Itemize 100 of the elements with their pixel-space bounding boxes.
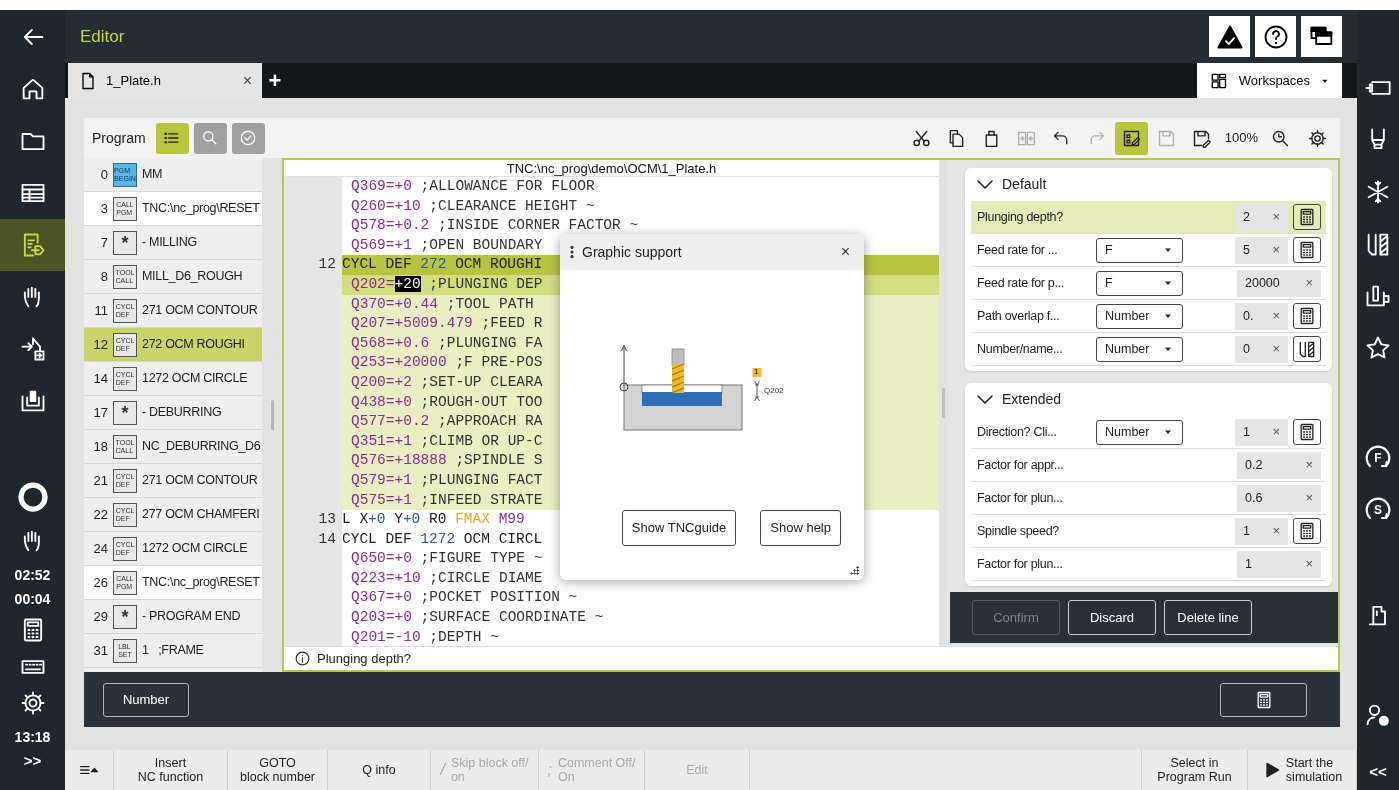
parameter-row[interactable]: Number/name... Number 0 × <box>971 333 1326 366</box>
parameter-row[interactable]: Factor for plun... 0.6 × <box>971 482 1326 515</box>
value-field[interactable]: 20000 × <box>1237 269 1321 297</box>
expand-button[interactable]: >> <box>23 751 42 771</box>
block-text: 272 OCM ROUGHI <box>142 336 245 354</box>
code-line: Q370=+0.44 ;TOOL PATH <box>351 294 534 314</box>
close-button[interactable]: × <box>840 240 850 264</box>
action-button[interactable]: Delete line <box>1164 600 1252 635</box>
code-line: Q369=+0 ;ALLOWANCE FOR FLOOR <box>351 177 595 196</box>
code-line: Q200=+2 ;SET-UP CLEARA <box>351 372 543 392</box>
parameter-label: Number/name... <box>976 340 1064 358</box>
chevron-icon <box>977 395 993 404</box>
value-field[interactable]: 0 × <box>1235 335 1288 363</box>
value-field[interactable]: 0.6 × <box>1237 484 1321 512</box>
unit-dropdown[interactable]: Number <box>1096 303 1183 329</box>
workspaces-button[interactable]: Workspaces <box>1197 63 1342 98</box>
function-key[interactable]: Select in Program Run <box>1141 750 1248 790</box>
parameter-row[interactable]: Factor for plun... 1 × <box>971 548 1326 581</box>
parameter-row[interactable]: Path overlap f... Number 0. × <box>971 300 1326 333</box>
close-tab-button[interactable]: × <box>242 68 252 93</box>
code-line: Q579=+1 ;PLUNGING FACT <box>351 470 543 490</box>
view-toggle-button[interactable] <box>155 122 189 154</box>
info-icon <box>294 650 311 667</box>
code-line: Q202=+20 ;PLUNGING DEP <box>351 274 543 294</box>
unit-dropdown[interactable]: Number <box>1096 336 1183 362</box>
override-button[interactable]: S <box>1357 484 1399 536</box>
calculator-button[interactable] <box>1293 419 1321 445</box>
block-number: 29 <box>92 607 108 626</box>
block-text: NC_DEBURRING_D6 <box>142 438 261 456</box>
code-line: Q203=+0 ;SURFACE COORDINATE ~ <box>351 608 604 628</box>
parameter-label: Direction? Cli... <box>976 423 1058 441</box>
parameter-row[interactable]: Feed rate for ... F 5 × <box>971 234 1326 267</box>
parameter-row[interactable]: Feed rate for p... F 20000 × <box>971 267 1326 300</box>
toolbar-button[interactable] <box>1114 121 1148 155</box>
block-text: 1272 OCM CIRCLE <box>142 370 248 388</box>
block-type-badge: * <box>113 230 137 255</box>
block-number: 26 <box>92 573 108 592</box>
function-key[interactable]: Insert NC function <box>114 750 228 790</box>
block-text: TNC:\nc_prog\RESET <box>142 574 260 592</box>
clock-text: 13:18 <box>14 728 51 747</box>
value-field[interactable]: 2 × <box>1235 203 1288 231</box>
calculator-button[interactable] <box>1220 682 1307 717</box>
block-number: 21 <box>92 471 108 490</box>
group-header[interactable]: Default <box>971 168 1047 201</box>
calculator-button[interactable] <box>1293 237 1321 263</box>
tool-select-button[interactable] <box>1293 336 1321 362</box>
code-line: CYCL DEF 1272 OCM CIRCL <box>342 529 543 549</box>
view-toggle-button[interactable] <box>193 122 227 154</box>
block-number: 8 <box>99 267 108 286</box>
block-text: - DEBURRING <box>142 404 222 422</box>
code-line: Q260=+10 ;CLEARANCE HEIGHT ~ <box>351 196 595 216</box>
value-field[interactable]: 1 × <box>1235 517 1288 545</box>
status-button[interactable] <box>1209 16 1250 57</box>
number-button[interactable]: Number <box>103 682 189 717</box>
new-tab-button[interactable]: + <box>262 63 288 98</box>
override-button[interactable]: F <box>1357 432 1399 484</box>
code-line: Q367=+0 ;POCKET POSITION ~ <box>351 588 578 608</box>
block-text: 271 OCM CONTOUR <box>142 472 258 490</box>
block-number: 11 <box>93 301 108 320</box>
action-button[interactable]: Discard <box>1068 600 1156 635</box>
file-tab[interactable]: 1_Plate.h × <box>68 63 262 98</box>
block-text: - PROGRAM END <box>142 608 241 626</box>
value-field[interactable]: 1 × <box>1237 550 1321 578</box>
unit-dropdown[interactable]: F <box>1096 270 1183 296</box>
dialog-button[interactable]: Show help <box>760 510 841 546</box>
code-line: Q575=+1 ;INFEED STRATE <box>351 490 543 510</box>
calculator-button[interactable] <box>1293 204 1321 230</box>
parameter-row[interactable]: Factor for appr... 0.2 × <box>971 449 1326 482</box>
group-header[interactable]: Extended <box>971 383 1062 416</box>
value-field[interactable]: 0.2 × <box>1237 451 1321 479</box>
dialog-button[interactable]: Show TNCguide <box>621 510 737 546</box>
unit-dropdown[interactable]: F <box>1096 237 1183 263</box>
settings-icon <box>1307 127 1328 149</box>
parameter-row[interactable]: Plunging depth? 2 × <box>971 201 1326 234</box>
window-title: Editor <box>80 25 125 48</box>
function-key[interactable]: Q info <box>328 750 431 790</box>
code-line: Q578=+0.2 ;INSIDE CORNER FACTOR ~ <box>351 216 639 236</box>
block-type-badge: * <box>113 604 137 629</box>
collapse-button[interactable]: << <box>1369 761 1387 784</box>
block-text: 1272 OCM CIRCLE <box>142 540 248 558</box>
value-field[interactable]: 0. × <box>1235 302 1288 330</box>
help-button[interactable] <box>1255 16 1296 57</box>
block-number: 17 <box>92 403 108 422</box>
code-line: Q201=-10 ;DEPTH ~ <box>351 627 499 647</box>
parameter-row[interactable]: Direction? Cli... Number 1 × <box>971 416 1326 449</box>
block-text: TNC:\nc_prog\RESET <box>142 200 260 218</box>
file-path: TNC:\nc_prog\demo\OCM\1_Plate.h <box>284 160 939 177</box>
calculator-button[interactable] <box>1293 303 1321 329</box>
value-field[interactable]: 1 × <box>1235 418 1288 446</box>
resize-grip-icon <box>848 564 860 576</box>
calculator-button[interactable] <box>1293 518 1321 544</box>
chevron-icon <box>977 180 993 189</box>
figure-label: Q202 <box>764 386 784 396</box>
windows-button[interactable] <box>1301 16 1342 57</box>
unit-dropdown[interactable]: Number <box>1096 419 1183 445</box>
view-toggle-button[interactable] <box>231 122 265 154</box>
splitter-handle[interactable] <box>270 400 274 430</box>
function-key[interactable]: GOTO block number <box>228 750 328 790</box>
parameter-row[interactable]: Spindle speed? 1 × <box>971 515 1326 548</box>
value-field[interactable]: 5 × <box>1235 236 1288 264</box>
